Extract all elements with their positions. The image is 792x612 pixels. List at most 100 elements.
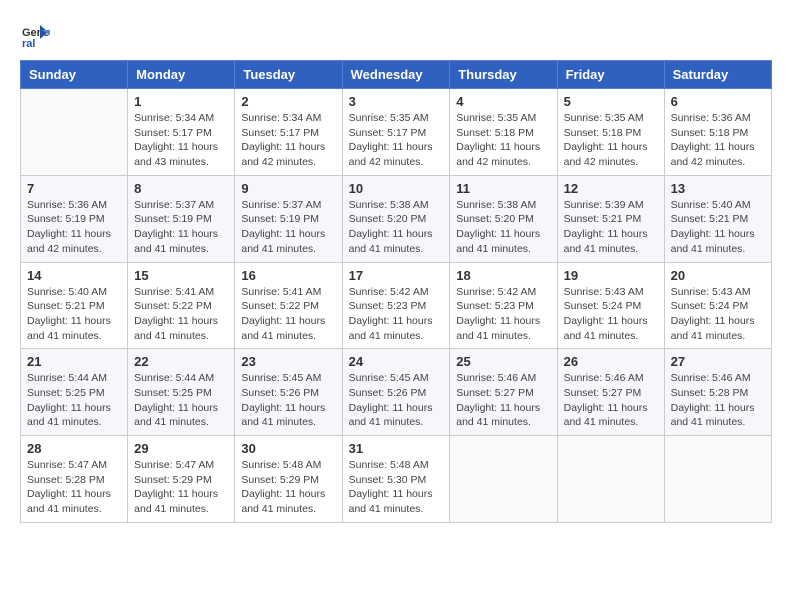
day-info: Sunrise: 5:37 AMSunset: 5:19 PMDaylight:… <box>134 198 228 257</box>
column-header-thursday: Thursday <box>450 61 557 89</box>
calendar-table: SundayMondayTuesdayWednesdayThursdayFrid… <box>20 60 772 523</box>
day-number: 6 <box>671 94 765 109</box>
calendar-cell: 23 Sunrise: 5:45 AMSunset: 5:26 PMDayligh… <box>235 349 342 436</box>
day-info: Sunrise: 5:35 AMSunset: 5:17 PMDaylight:… <box>349 111 444 170</box>
day-info: Sunrise: 5:38 AMSunset: 5:20 PMDaylight:… <box>349 198 444 257</box>
day-info: Sunrise: 5:42 AMSunset: 5:23 PMDaylight:… <box>456 285 550 344</box>
day-number: 23 <box>241 354 335 369</box>
day-number: 4 <box>456 94 550 109</box>
day-info: Sunrise: 5:47 AMSunset: 5:28 PMDaylight:… <box>27 458 121 517</box>
day-info: Sunrise: 5:42 AMSunset: 5:23 PMDaylight:… <box>349 285 444 344</box>
column-header-sunday: Sunday <box>21 61 128 89</box>
column-header-tuesday: Tuesday <box>235 61 342 89</box>
page-header: Gene ral <box>20 20 772 50</box>
day-number: 28 <box>27 441 121 456</box>
day-info: Sunrise: 5:43 AMSunset: 5:24 PMDaylight:… <box>671 285 765 344</box>
day-number: 14 <box>27 268 121 283</box>
calendar-cell: 19 Sunrise: 5:43 AMSunset: 5:24 PMDayligh… <box>557 262 664 349</box>
day-info: Sunrise: 5:43 AMSunset: 5:24 PMDaylight:… <box>564 285 658 344</box>
day-number: 16 <box>241 268 335 283</box>
calendar-cell: 3 Sunrise: 5:35 AMSunset: 5:17 PMDaylight… <box>342 89 450 176</box>
calendar-cell <box>557 436 664 523</box>
calendar-cell: 8Sunrise: 5:37 AMSunset: 5:19 PMDaylight… <box>128 175 235 262</box>
day-number: 17 <box>349 268 444 283</box>
day-number: 1 <box>134 94 228 109</box>
calendar-cell: 24 Sunrise: 5:45 AMSunset: 5:26 PMDayligh… <box>342 349 450 436</box>
day-number: 26 <box>564 354 658 369</box>
column-header-wednesday: Wednesday <box>342 61 450 89</box>
calendar-week-row: 7 Sunrise: 5:36 AMSunset: 5:19 PMDaylight… <box>21 175 772 262</box>
day-info: Sunrise: 5:41 AMSunset: 5:22 PMDaylight:… <box>134 285 228 344</box>
day-number: 31 <box>349 441 444 456</box>
calendar-cell: 4 Sunrise: 5:35 AMSunset: 5:18 PMDaylight… <box>450 89 557 176</box>
calendar-week-row: 1 Sunrise: 5:34 AMSunset: 5:17 PMDaylight… <box>21 89 772 176</box>
day-info: Sunrise: 5:40 AMSunset: 5:21 PMDaylight:… <box>27 285 121 344</box>
day-info: Sunrise: 5:44 AMSunset: 5:25 PMDaylight:… <box>27 371 121 430</box>
day-number: 3 <box>349 94 444 109</box>
day-number: 27 <box>671 354 765 369</box>
calendar-week-row: 28 Sunrise: 5:47 AMSunset: 5:28 PMDayligh… <box>21 436 772 523</box>
calendar-cell: 27Sunrise: 5:46 AMSunset: 5:28 PMDayligh… <box>664 349 771 436</box>
calendar-cell: 14 Sunrise: 5:40 AMSunset: 5:21 PMDayligh… <box>21 262 128 349</box>
calendar-cell: 25 Sunrise: 5:46 AMSunset: 5:27 PMDayligh… <box>450 349 557 436</box>
svg-text:ral: ral <box>22 38 35 50</box>
day-number: 21 <box>27 354 121 369</box>
day-number: 30 <box>241 441 335 456</box>
calendar-cell: 18 Sunrise: 5:42 AMSunset: 5:23 PMDayligh… <box>450 262 557 349</box>
calendar-cell: 22 Sunrise: 5:44 AMSunset: 5:25 PMDayligh… <box>128 349 235 436</box>
day-info: Sunrise: 5:35 AMSunset: 5:18 PMDaylight:… <box>456 111 550 170</box>
day-number: 12 <box>564 181 658 196</box>
calendar-cell: 5Sunrise: 5:35 AMSunset: 5:18 PMDaylight… <box>557 89 664 176</box>
day-number: 10 <box>349 181 444 196</box>
day-info: Sunrise: 5:46 AMSunset: 5:27 PMDaylight:… <box>564 371 658 430</box>
day-info: Sunrise: 5:36 AMSunset: 5:19 PMDaylight:… <box>27 198 121 257</box>
day-number: 24 <box>349 354 444 369</box>
day-number: 7 <box>27 181 121 196</box>
column-header-friday: Friday <box>557 61 664 89</box>
calendar-cell <box>450 436 557 523</box>
column-header-saturday: Saturday <box>664 61 771 89</box>
calendar-header-row: SundayMondayTuesdayWednesdayThursdayFrid… <box>21 61 772 89</box>
day-number: 25 <box>456 354 550 369</box>
day-info: Sunrise: 5:34 AMSunset: 5:17 PMDaylight:… <box>134 111 228 170</box>
calendar-cell: 29Sunrise: 5:47 AMSunset: 5:29 PMDayligh… <box>128 436 235 523</box>
logo: Gene ral <box>20 20 52 50</box>
calendar-cell: 1 Sunrise: 5:34 AMSunset: 5:17 PMDaylight… <box>128 89 235 176</box>
day-info: Sunrise: 5:48 AMSunset: 5:29 PMDaylight:… <box>241 458 335 517</box>
calendar-cell <box>664 436 771 523</box>
calendar-cell: 30 Sunrise: 5:48 AMSunset: 5:29 PMDayligh… <box>235 436 342 523</box>
day-number: 9 <box>241 181 335 196</box>
day-info: Sunrise: 5:45 AMSunset: 5:26 PMDaylight:… <box>349 371 444 430</box>
calendar-cell: 16Sunrise: 5:41 AMSunset: 5:22 PMDayligh… <box>235 262 342 349</box>
column-header-monday: Monday <box>128 61 235 89</box>
day-info: Sunrise: 5:35 AMSunset: 5:18 PMDaylight:… <box>564 111 658 170</box>
calendar-cell: 17 Sunrise: 5:42 AMSunset: 5:23 PMDayligh… <box>342 262 450 349</box>
day-info: Sunrise: 5:46 AMSunset: 5:27 PMDaylight:… <box>456 371 550 430</box>
day-info: Sunrise: 5:37 AMSunset: 5:19 PMDaylight:… <box>241 198 335 257</box>
day-info: Sunrise: 5:39 AMSunset: 5:21 PMDaylight:… <box>564 198 658 257</box>
calendar-cell: 9 Sunrise: 5:37 AMSunset: 5:19 PMDaylight… <box>235 175 342 262</box>
calendar-cell <box>21 89 128 176</box>
day-info: Sunrise: 5:38 AMSunset: 5:20 PMDaylight:… <box>456 198 550 257</box>
day-number: 2 <box>241 94 335 109</box>
calendar-cell: 20Sunrise: 5:43 AMSunset: 5:24 PMDayligh… <box>664 262 771 349</box>
day-info: Sunrise: 5:45 AMSunset: 5:26 PMDaylight:… <box>241 371 335 430</box>
calendar-week-row: 21 Sunrise: 5:44 AMSunset: 5:25 PMDayligh… <box>21 349 772 436</box>
calendar-cell: 15Sunrise: 5:41 AMSunset: 5:22 PMDayligh… <box>128 262 235 349</box>
calendar-cell: 11 Sunrise: 5:38 AMSunset: 5:20 PMDayligh… <box>450 175 557 262</box>
day-number: 11 <box>456 181 550 196</box>
calendar-week-row: 14 Sunrise: 5:40 AMSunset: 5:21 PMDayligh… <box>21 262 772 349</box>
calendar-cell: 31 Sunrise: 5:48 AMSunset: 5:30 PMDayligh… <box>342 436 450 523</box>
day-info: Sunrise: 5:34 AMSunset: 5:17 PMDaylight:… <box>241 111 335 170</box>
day-info: Sunrise: 5:44 AMSunset: 5:25 PMDaylight:… <box>134 371 228 430</box>
calendar-cell: 13Sunrise: 5:40 AMSunset: 5:21 PMDayligh… <box>664 175 771 262</box>
day-number: 19 <box>564 268 658 283</box>
day-number: 22 <box>134 354 228 369</box>
day-info: Sunrise: 5:47 AMSunset: 5:29 PMDaylight:… <box>134 458 228 517</box>
day-info: Sunrise: 5:48 AMSunset: 5:30 PMDaylight:… <box>349 458 444 517</box>
logo-icon: Gene ral <box>20 20 50 50</box>
day-number: 18 <box>456 268 550 283</box>
calendar-cell: 10 Sunrise: 5:38 AMSunset: 5:20 PMDayligh… <box>342 175 450 262</box>
calendar-cell: 26 Sunrise: 5:46 AMSunset: 5:27 PMDayligh… <box>557 349 664 436</box>
calendar-cell: 21 Sunrise: 5:44 AMSunset: 5:25 PMDayligh… <box>21 349 128 436</box>
